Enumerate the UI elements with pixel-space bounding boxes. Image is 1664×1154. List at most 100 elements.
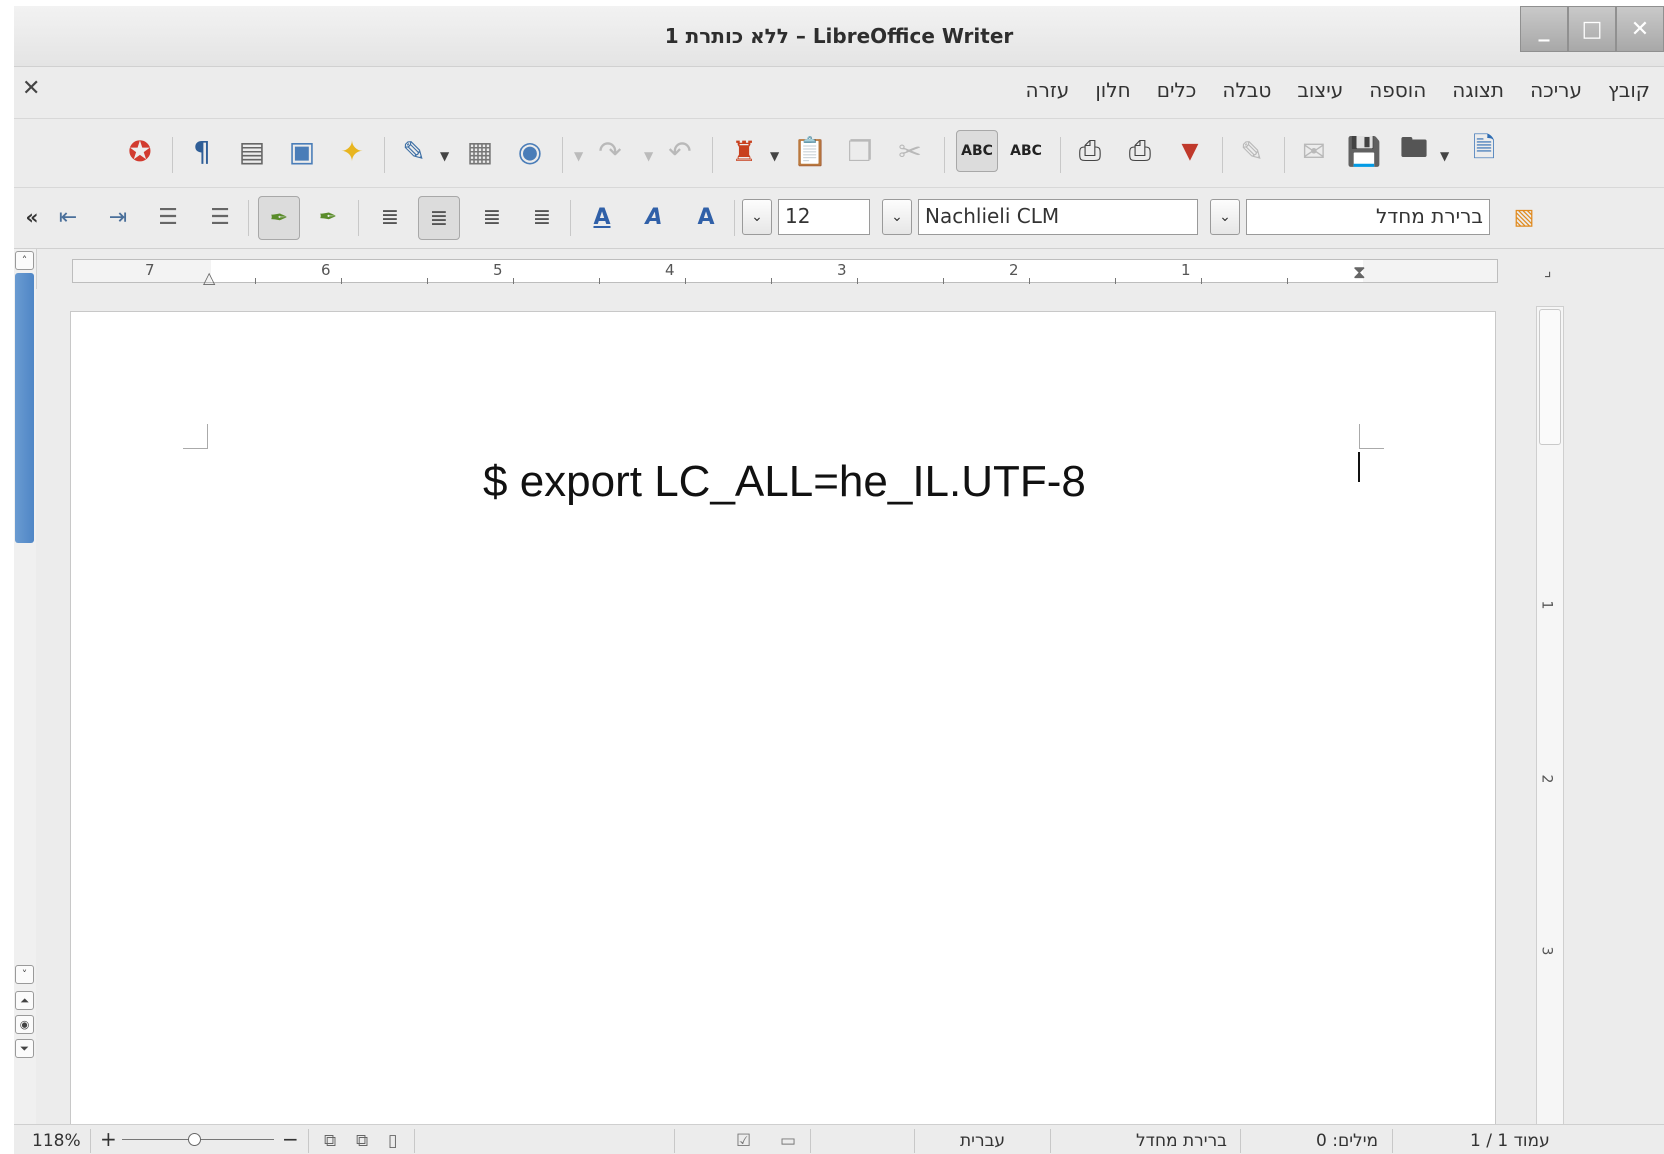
insert-table-icon[interactable]: ▦	[462, 133, 498, 169]
separator	[414, 1129, 415, 1153]
increase-indent-icon[interactable]: ⇥	[100, 199, 136, 235]
paste-icon[interactable]: 📋	[792, 133, 828, 169]
scrollbar-thumb[interactable]	[15, 273, 34, 543]
vertical-ruler[interactable]: 1 2 3	[1536, 306, 1564, 1126]
autospellcheck-icon[interactable]: ABC	[956, 130, 998, 172]
formatting-marks-icon[interactable]: ¶	[184, 133, 220, 169]
align-right-icon[interactable]: ≣	[418, 196, 460, 240]
navigation-icon[interactable]: ◉	[15, 1015, 34, 1034]
gallery-icon[interactable]: ▣	[284, 133, 320, 169]
font-size-field[interactable]: 12	[778, 199, 870, 235]
font-size-dropdown-icon[interactable]: ⌄	[742, 199, 772, 235]
export-pdf-icon[interactable]: ▼	[1172, 133, 1208, 169]
menu-help[interactable]: עזרה	[1026, 78, 1070, 102]
align-left-icon[interactable]: ≣	[524, 199, 560, 235]
menu-view[interactable]: תצוגה	[1452, 78, 1504, 102]
menu-window[interactable]: חלון	[1095, 78, 1130, 102]
horizontal-ruler[interactable]: 7 6 5 4 3 2 1 △ ⧗	[72, 259, 1498, 287]
selection-mode-icon[interactable]: ▭	[780, 1131, 796, 1151]
insert-hyperlink-icon[interactable]: ◉	[512, 133, 548, 169]
font-name-dropdown-icon[interactable]: ⌄	[882, 199, 912, 235]
menu-insert[interactable]: הוספה	[1369, 78, 1426, 102]
bullets-icon[interactable]: ☰	[202, 199, 238, 235]
print-preview-icon[interactable]: ⎙	[1072, 133, 1108, 169]
document-modified-icon[interactable]: ☑	[736, 1131, 751, 1151]
vertical-scrollbar[interactable]: ˄ ˅ ⏶ ◉ ⏷	[14, 249, 37, 1129]
standard-toolbar: ✪ ¶ ▤ ▣ ✦ ✎ ▼ ▦ ◉ ▼ ↷ ▼ ↶ ♜ ▼ 📋 ❐ ✂ ABC …	[14, 119, 1664, 188]
close-document-icon[interactable]: ✕	[22, 76, 40, 101]
toolbar-overflow-icon[interactable]: «	[14, 199, 50, 235]
navigator-icon[interactable]: ✦	[334, 133, 370, 169]
menu-edit[interactable]: עריכה	[1530, 78, 1582, 102]
draw-dropdown-icon[interactable]: ▼	[440, 149, 449, 163]
redo-dropdown-icon[interactable]: ▼	[574, 149, 583, 163]
open-icon[interactable]: 🖿	[1396, 131, 1432, 169]
numbering-icon[interactable]: ☰	[150, 199, 186, 235]
paragraph-style-dropdown-icon[interactable]: ⌄	[1210, 199, 1240, 235]
status-bar: 118% + − ⧉ ⧉ ▯ ☑ ▭ עברית ברירת מחדל מילי…	[14, 1124, 1664, 1154]
zoom-out-icon[interactable]: −	[282, 1127, 299, 1151]
redo-icon[interactable]: ↷	[592, 133, 628, 169]
separator	[1050, 1129, 1051, 1153]
paste-dropdown-icon[interactable]: ▼	[770, 149, 779, 163]
email-icon[interactable]: ✉	[1296, 133, 1332, 169]
open-dropdown-icon[interactable]: ▼	[1440, 149, 1449, 163]
separator	[1240, 1129, 1241, 1153]
multi-page-view-icon[interactable]: ⧉	[356, 1131, 368, 1151]
close-window-button[interactable]: ✕	[1616, 6, 1664, 52]
paragraph-style-field[interactable]: ברירת מחדל	[1246, 199, 1490, 235]
zoom-in-icon[interactable]: +	[100, 1127, 117, 1151]
undo-icon[interactable]: ↶	[662, 133, 698, 169]
zoom-slider-knob[interactable]	[188, 1133, 201, 1146]
cut-icon[interactable]: ✂	[892, 133, 928, 169]
menu-tools[interactable]: כלים	[1157, 78, 1197, 102]
separator	[308, 1129, 309, 1153]
book-view-icon[interactable]: ⧉	[324, 1131, 336, 1151]
font-name-field[interactable]: Nachlieli CLM	[918, 199, 1198, 235]
right-to-left-icon[interactable]: ✒	[258, 196, 300, 240]
page-number-status[interactable]: עמוד 1 / 1	[1470, 1131, 1550, 1151]
separator	[810, 1129, 811, 1153]
zoom-level[interactable]: 118%	[32, 1131, 81, 1151]
save-icon[interactable]: 💾	[1346, 133, 1382, 169]
new-document-icon[interactable]: 🗎	[1466, 131, 1502, 169]
italic-icon[interactable]: A	[636, 199, 672, 235]
single-page-view-icon[interactable]: ▯	[388, 1131, 397, 1151]
minimize-button[interactable]: _	[1520, 6, 1568, 52]
document-page[interactable]: $ export LC_ALL=he_IL.UTF-8	[70, 311, 1496, 1131]
justify-icon[interactable]: ≣	[372, 199, 408, 235]
decrease-indent-icon[interactable]: ⇤	[50, 199, 86, 235]
ruler-tick	[513, 278, 514, 284]
right-indent-marker-icon[interactable]: ⧗	[1353, 262, 1366, 283]
document-text-line[interactable]: $ export LC_ALL=he_IL.UTF-8	[483, 457, 1086, 507]
separator	[248, 200, 249, 236]
bold-icon[interactable]: A	[688, 199, 724, 235]
left-indent-marker-icon[interactable]: △	[203, 268, 215, 287]
copy-icon[interactable]: ❐	[842, 133, 878, 169]
styles-formatting-icon[interactable]: ▧	[1506, 199, 1542, 235]
print-icon[interactable]: ⎙	[1122, 133, 1158, 169]
language-status[interactable]: עברית	[960, 1131, 1005, 1151]
menu-format[interactable]: עיצוב	[1297, 78, 1343, 102]
vertical-ruler-label: 2	[1538, 774, 1555, 784]
menu-file[interactable]: קובץ	[1608, 78, 1650, 102]
data-sources-icon[interactable]: ▤	[234, 133, 270, 169]
tab-type-icon[interactable]: ⌟	[1544, 261, 1552, 280]
page-style-status[interactable]: ברירת מחדל	[1136, 1131, 1227, 1151]
spelling-icon[interactable]: ABC	[1008, 133, 1044, 169]
scroll-down-icon[interactable]: ˅	[15, 965, 34, 984]
edit-mode-icon[interactable]: ✎	[1234, 133, 1270, 169]
align-center-icon[interactable]: ≣	[474, 199, 510, 235]
left-to-right-icon[interactable]: ✒	[310, 199, 346, 235]
draw-functions-icon[interactable]: ✎	[396, 133, 432, 169]
clone-formatting-icon[interactable]: ♜	[726, 133, 762, 169]
underline-icon[interactable]: A	[584, 199, 620, 235]
maximize-button[interactable]: □	[1568, 6, 1616, 52]
word-count-status[interactable]: מילים: 0	[1316, 1131, 1378, 1151]
menu-table[interactable]: טבלה	[1222, 78, 1271, 102]
previous-page-icon[interactable]: ⏶	[15, 991, 34, 1010]
scroll-up-icon[interactable]: ˄	[15, 251, 34, 270]
help-lifebuoy-icon[interactable]: ✪	[122, 133, 158, 169]
undo-dropdown-icon[interactable]: ▼	[644, 149, 653, 163]
next-page-icon[interactable]: ⏷	[15, 1039, 34, 1058]
